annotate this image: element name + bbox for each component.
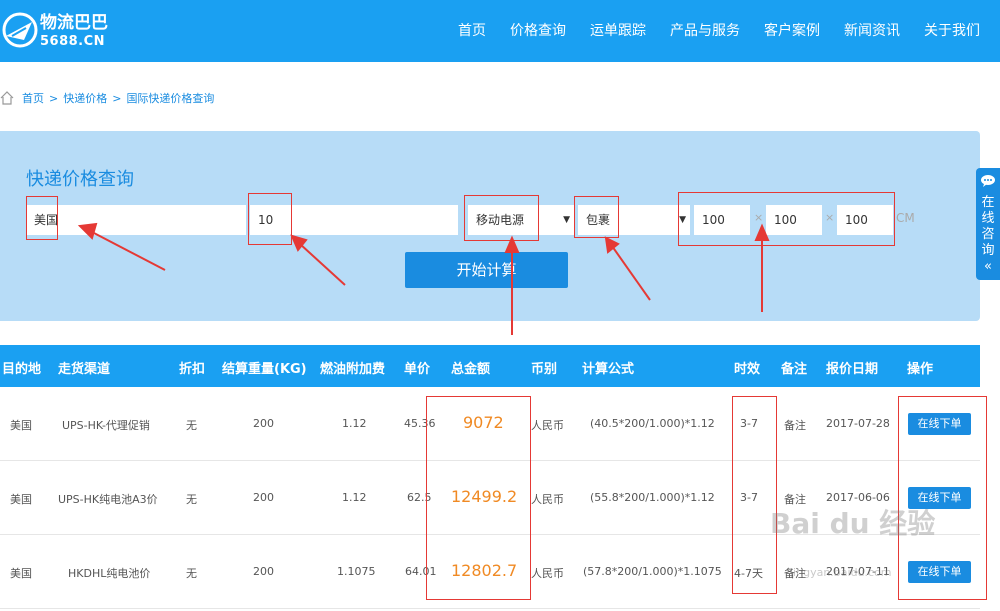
col-action: 操作 (907, 362, 934, 377)
logo-name: 物流巴巴 (40, 13, 108, 33)
baidu-watermark: Bai du 经验 (770, 507, 936, 540)
cell-weight: 200 (253, 491, 274, 504)
col-discount: 折扣 (179, 362, 206, 377)
cell-fuel: 1.12 (342, 417, 367, 430)
cell-date: 2017-07-28 (826, 417, 890, 430)
cell-channel: UPS-HK纯电池A3价 (58, 493, 158, 506)
cell-destination: 美国 (10, 567, 32, 580)
col-fuel: 燃油附加费 (320, 362, 386, 377)
breadcrumb-express-price[interactable]: 快递价格 (63, 90, 107, 106)
annotation-box (898, 396, 987, 600)
nav-about[interactable]: 关于我们 (924, 20, 980, 40)
col-total: 总金额 (451, 362, 491, 377)
annotation-box (26, 196, 58, 240)
cell-discount: 无 (186, 493, 197, 506)
col-currency: 币别 (531, 362, 558, 377)
nav-home[interactable]: 首页 (458, 20, 486, 40)
annotation-box (464, 195, 539, 241)
online-consult-label: 在线咨询 (981, 195, 995, 258)
results-table-header: 目的地 走货渠道 折扣 结算重量(KG) 燃油附加费 单价 总金额 币别 计算公… (0, 345, 980, 387)
cell-formula: (55.8*200/1.000)*1.12 (590, 491, 715, 504)
cell-channel: HKDHL纯电池价 (68, 567, 151, 580)
cell-discount: 无 (186, 567, 197, 580)
logo-icon (2, 12, 38, 48)
annotation-box (426, 396, 531, 600)
col-time: 时效 (734, 362, 761, 377)
cell-formula: (57.8*200/1.000)*1.1075 (583, 565, 722, 578)
cell-currency: 人民币 (531, 567, 564, 580)
cell-discount: 无 (186, 419, 197, 432)
cell-remark[interactable]: 备注 (784, 417, 806, 433)
dropdown-arrow-icon: ▼ (563, 215, 570, 225)
col-weight: 结算重量(KG) (222, 362, 307, 377)
annotation-box (678, 192, 895, 246)
breadcrumb: 首页 > 快递价格 > 国际快递价格查询 (0, 90, 214, 106)
online-consult-tab[interactable]: 在线咨询 « (976, 168, 1000, 280)
top-header: 物流巴巴 5688.CN 首页 价格查询 运单跟踪 产品与服务 客户案例 新闻资… (0, 0, 1000, 62)
annotation-box (574, 196, 619, 238)
col-destination: 目的地 (2, 362, 42, 377)
cell-formula: (40.5*200/1.000)*1.12 (590, 417, 715, 430)
col-channel: 走货渠道 (58, 362, 111, 377)
annotation-box (248, 193, 292, 245)
home-icon (0, 91, 14, 105)
breadcrumb-separator: > (49, 91, 59, 105)
cell-weight: 200 (253, 565, 274, 578)
cell-fuel: 1.12 (342, 491, 367, 504)
collapse-arrow-icon: « (984, 259, 992, 274)
destination-input[interactable]: 美国 (26, 205, 246, 235)
cell-fuel: 1.1075 (337, 565, 376, 578)
nav-news[interactable]: 新闻资讯 (844, 20, 900, 40)
col-formula: 计算公式 (582, 362, 635, 377)
unit-label: CM (896, 211, 915, 225)
baidu-watermark-url: jingyan.baidu.com (790, 566, 892, 579)
site-logo[interactable]: 物流巴巴 5688.CN (0, 6, 120, 54)
col-date: 报价日期 (826, 362, 879, 377)
query-title: 快递价格查询 (26, 169, 134, 190)
logo-domain: 5688.CN (40, 34, 106, 49)
cell-currency: 人民币 (531, 493, 564, 506)
chat-icon (981, 175, 995, 187)
cell-destination: 美国 (10, 493, 32, 506)
nav-tracking[interactable]: 运单跟踪 (590, 20, 646, 40)
cell-channel: UPS-HK-代理促销 (62, 419, 150, 432)
start-calculate-button[interactable]: 开始计算 (405, 252, 568, 288)
breadcrumb-home[interactable]: 首页 (22, 90, 44, 106)
cell-currency: 人民币 (531, 419, 564, 432)
breadcrumb-separator: > (112, 91, 122, 105)
nav-price-query[interactable]: 价格查询 (510, 20, 566, 40)
nav-products[interactable]: 产品与服务 (670, 20, 740, 40)
nav-cases[interactable]: 客户案例 (764, 20, 820, 40)
breadcrumb-current[interactable]: 国际快递价格查询 (126, 90, 214, 106)
main-nav: 首页 价格查询 运单跟踪 产品与服务 客户案例 新闻资讯 关于我们 (434, 20, 980, 40)
annotation-box (732, 396, 777, 594)
cell-destination: 美国 (10, 419, 32, 432)
cell-weight: 200 (253, 417, 274, 430)
col-remark: 备注 (781, 362, 808, 377)
col-unit-price: 单价 (404, 362, 431, 377)
